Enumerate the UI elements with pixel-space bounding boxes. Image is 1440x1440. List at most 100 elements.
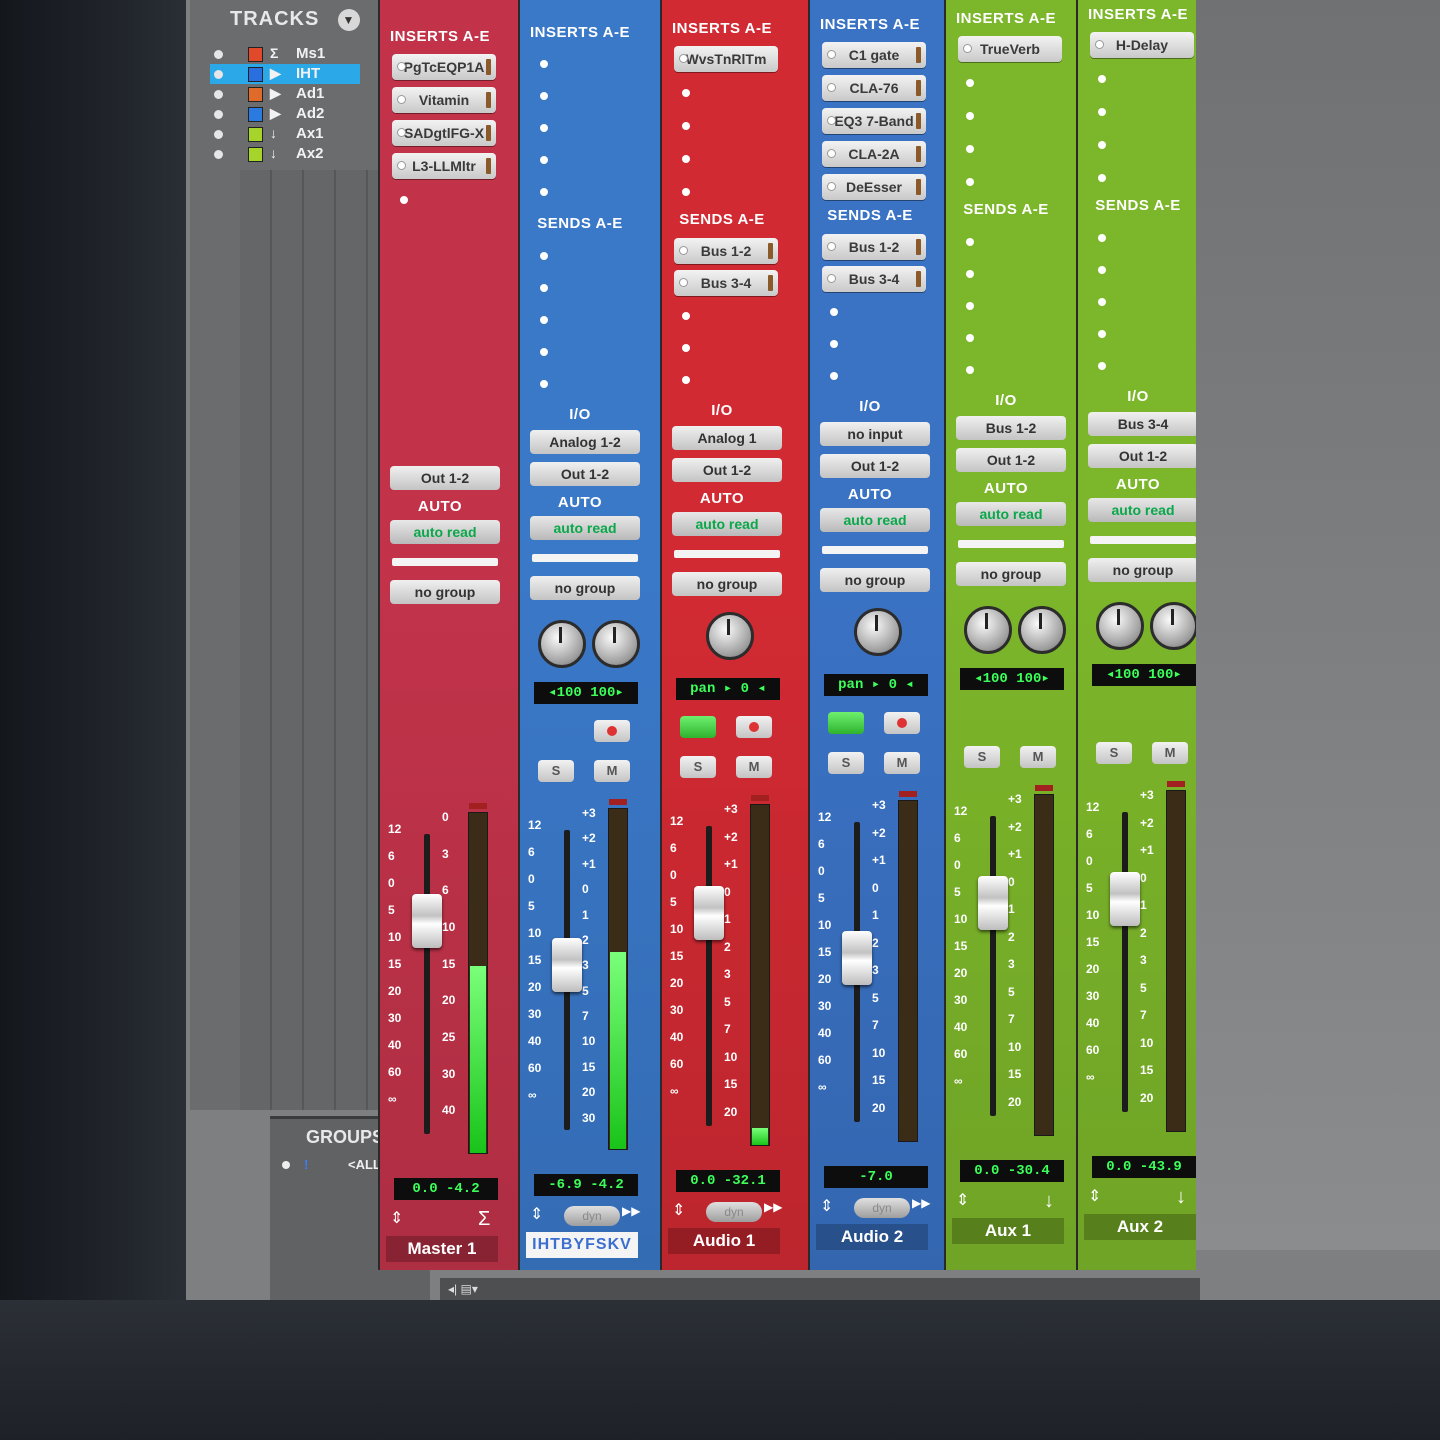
tracks-menu-button[interactable]: ▼ (337, 8, 360, 31)
empty-insert-slot[interactable] (1098, 174, 1106, 182)
insert-slot[interactable]: L3-LLMltr (392, 153, 496, 179)
group-selector[interactable]: no group (1088, 558, 1196, 582)
empty-insert-slot[interactable] (966, 79, 974, 87)
insert-slot[interactable]: DeEsser (822, 174, 926, 200)
pan-left-knob[interactable] (1096, 602, 1144, 650)
pan-knob[interactable] (854, 608, 902, 656)
insert-slot[interactable]: SADgtlFG-X (392, 120, 496, 146)
send-dot[interactable] (828, 243, 835, 250)
send-dot[interactable] (680, 247, 687, 254)
mute-button[interactable]: M (1152, 742, 1188, 764)
track-name-plate[interactable]: Audio 1 (668, 1228, 780, 1254)
solo-button[interactable]: S (1096, 742, 1132, 764)
insert-bypass-dot[interactable] (680, 55, 687, 62)
group-selector[interactable]: no group (956, 562, 1066, 586)
empty-send-slot[interactable] (540, 348, 548, 356)
empty-send-slot[interactable] (966, 334, 974, 342)
send-dot[interactable] (828, 275, 835, 282)
track-name-plate[interactable]: IHTBYFSKV (526, 1232, 638, 1258)
output-selector[interactable]: Out 1-2 (530, 462, 640, 486)
insert-bypass-dot[interactable] (828, 150, 835, 157)
record-enable-button[interactable] (594, 720, 630, 742)
empty-send-slot[interactable] (966, 366, 974, 374)
strip-width-toggle[interactable]: ⇕ (390, 1208, 403, 1228)
solo-button[interactable]: S (680, 756, 716, 778)
track-list-item[interactable]: ↓ Ax1 (210, 124, 360, 144)
fader-track[interactable] (706, 826, 712, 1126)
strip-width-toggle[interactable]: ⇕ (672, 1200, 685, 1220)
empty-send-slot[interactable] (1098, 330, 1106, 338)
empty-insert-slot[interactable] (400, 196, 408, 204)
empty-insert-slot[interactable] (540, 156, 548, 164)
fader-track[interactable] (990, 816, 996, 1116)
mute-button[interactable]: M (736, 756, 772, 778)
empty-insert-slot[interactable] (682, 188, 690, 196)
empty-insert-slot[interactable] (682, 89, 690, 97)
strip-width-toggle[interactable]: ⇕ (1088, 1186, 1101, 1206)
send-slot[interactable]: Bus 1-2 (674, 238, 778, 264)
insert-bypass-dot[interactable] (398, 96, 405, 103)
dynamics-pill[interactable]: dyn (854, 1198, 910, 1218)
input-selector[interactable]: Bus 1-2 (956, 416, 1066, 440)
empty-send-slot[interactable] (540, 252, 548, 260)
track-list-item[interactable]: ↓ Ax2 (210, 144, 360, 164)
insert-slot[interactable]: C1 gate (822, 42, 926, 68)
track-list-item[interactable]: Σ Ms1 (210, 44, 360, 64)
group-selector[interactable]: no group (672, 572, 782, 596)
insert-slot[interactable]: CLA-76 (822, 75, 926, 101)
empty-send-slot[interactable] (966, 302, 974, 310)
automation-mode-selector[interactable]: auto read (820, 508, 930, 532)
group-selector[interactable]: no group (390, 580, 500, 604)
group-selector[interactable]: no group (530, 576, 640, 600)
automation-mode-selector[interactable]: auto read (672, 512, 782, 536)
send-dot[interactable] (680, 279, 687, 286)
insert-slot[interactable]: WvsTnRlTm (674, 46, 778, 72)
output-selector[interactable]: Out 1-2 (672, 458, 782, 482)
strip-width-toggle[interactable]: ⇕ (530, 1204, 543, 1224)
insert-bypass-dot[interactable] (398, 63, 405, 70)
empty-insert-slot[interactable] (1098, 108, 1106, 116)
insert-slot[interactable]: PgTcEQP1A (392, 54, 496, 80)
empty-send-slot[interactable] (1098, 362, 1106, 370)
volume-fader[interactable] (1110, 872, 1140, 926)
group-selector[interactable]: no group (820, 568, 930, 592)
pan-right-knob[interactable] (1150, 602, 1196, 650)
input-monitor-button[interactable] (680, 716, 716, 738)
input-selector[interactable]: Analog 1 (672, 426, 782, 450)
track-show-dot[interactable] (214, 70, 223, 79)
solo-button[interactable]: S (538, 760, 574, 782)
empty-insert-slot[interactable] (540, 188, 548, 196)
empty-send-slot[interactable] (1098, 298, 1106, 306)
input-selector[interactable]: Analog 1-2 (530, 430, 640, 454)
track-show-dot[interactable] (214, 110, 223, 119)
automation-mode-selector[interactable]: auto read (390, 520, 500, 544)
track-show-dot[interactable] (214, 130, 223, 139)
send-slot[interactable]: Bus 3-4 (822, 266, 926, 292)
insert-bypass-dot[interactable] (828, 117, 835, 124)
insert-bypass-dot[interactable] (1096, 41, 1103, 48)
volume-fader[interactable] (978, 876, 1008, 930)
track-show-dot[interactable] (214, 150, 223, 159)
solo-button[interactable]: S (828, 752, 864, 774)
volume-fader[interactable] (552, 938, 582, 993)
pan-right-knob[interactable] (1018, 606, 1066, 654)
volume-fader[interactable] (842, 931, 872, 985)
empty-send-slot[interactable] (830, 340, 838, 348)
volume-fader[interactable] (412, 894, 442, 948)
empty-insert-slot[interactable] (682, 122, 690, 130)
track-list-item[interactable]: ▶ IHT (210, 64, 360, 84)
empty-insert-slot[interactable] (1098, 141, 1106, 149)
empty-send-slot[interactable] (540, 284, 548, 292)
strip-width-toggle[interactable]: ⇕ (820, 1196, 833, 1216)
empty-send-slot[interactable] (830, 308, 838, 316)
pan-right-knob[interactable] (592, 620, 640, 668)
empty-send-slot[interactable] (1098, 266, 1106, 274)
insert-bypass-dot[interactable] (828, 84, 835, 91)
input-monitor-button[interactable] (828, 712, 864, 734)
volume-fader[interactable] (694, 886, 724, 940)
record-enable-button[interactable] (736, 716, 772, 738)
empty-send-slot[interactable] (966, 270, 974, 278)
empty-send-slot[interactable] (830, 372, 838, 380)
send-slot[interactable]: Bus 3-4 (674, 270, 778, 296)
track-show-dot[interactable] (214, 90, 223, 99)
